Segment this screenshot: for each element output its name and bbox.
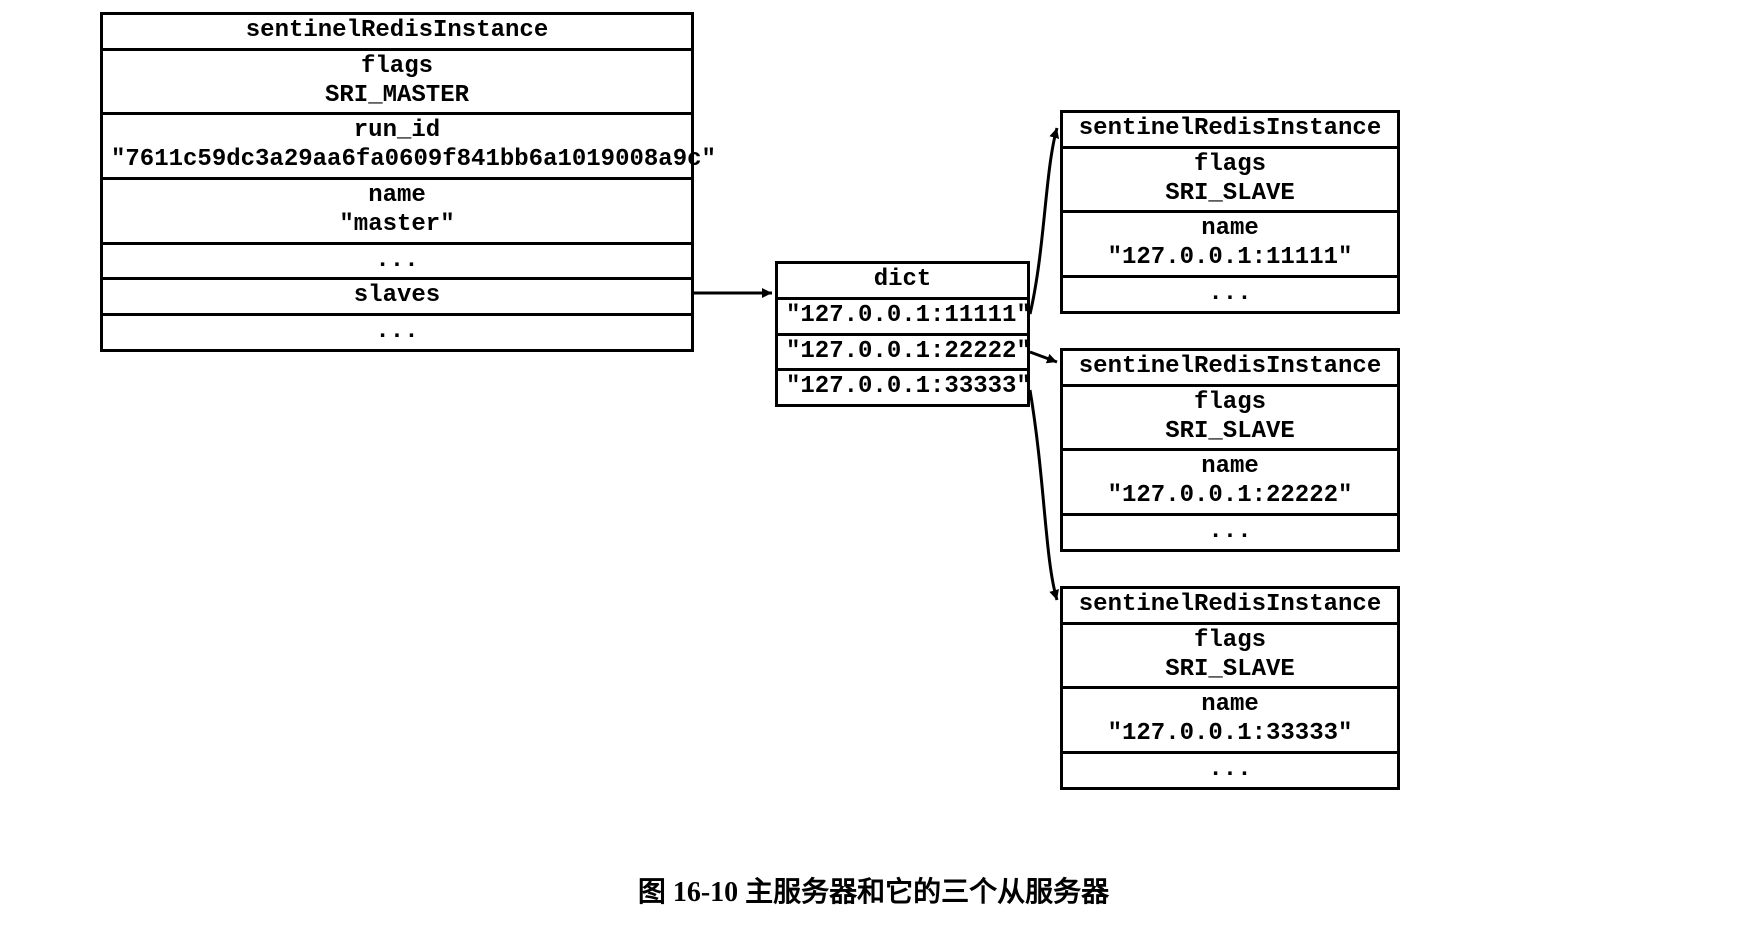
slave1-dots: ... [1063,278,1397,311]
slave2-instance-box: sentinelRedisInstance flags SRI_SLAVE na… [1060,348,1400,552]
arrow-dict-to-slave1 [1030,128,1057,314]
slave3-flags-row: flags SRI_SLAVE [1063,625,1397,690]
dots-text: ... [1208,280,1251,307]
dict-box: dict "127.0.0.1:11111" "127.0.0.1:22222"… [775,261,1030,407]
master-runid-row: run_id "7611c59dc3a29aa6fa0609f841bb6a10… [103,115,691,180]
dots-text: ... [375,247,418,274]
master-title-text: sentinelRedisInstance [246,17,548,44]
master-flags-label: flags [111,53,683,82]
slave1-title: sentinelRedisInstance [1063,113,1397,149]
master-slaves-label: slaves [354,282,440,309]
slave1-name-value: "127.0.0.1:11111" [1071,244,1389,273]
dict-k2: "127.0.0.1:22222" [778,336,1027,372]
master-runid-value: "7611c59dc3a29aa6fa0609f841bb6a1019008a9… [111,146,683,175]
dots-text: ... [1208,756,1251,783]
slave3-dots: ... [1063,754,1397,787]
dict-k3: "127.0.0.1:33333" [778,371,1027,404]
slave1-flags-row: flags SRI_SLAVE [1063,149,1397,214]
slave1-title-text: sentinelRedisInstance [1079,115,1381,142]
slave2-dots: ... [1063,516,1397,549]
master-name-label: name [111,182,683,211]
master-slaves-row: slaves [103,280,691,316]
slave1-instance-box: sentinelRedisInstance flags SRI_SLAVE na… [1060,110,1400,314]
slave2-flags-value: SRI_SLAVE [1071,418,1389,447]
slave1-flags-value: SRI_SLAVE [1071,180,1389,209]
dict-title: dict [778,264,1027,300]
slave1-flags-label: flags [1071,151,1389,180]
slave2-name-value: "127.0.0.1:22222" [1071,482,1389,511]
master-runid-label: run_id [111,117,683,146]
slave3-instance-box: sentinelRedisInstance flags SRI_SLAVE na… [1060,586,1400,790]
arrow-dict-to-slave2 [1030,352,1057,362]
master-flags-value: SRI_MASTER [111,82,683,111]
master-name-value: "master" [111,211,683,240]
dict-k2-text: "127.0.0.1:22222" [786,338,1031,365]
master-title: sentinelRedisInstance [103,15,691,51]
dots-text: ... [1208,518,1251,545]
master-instance-box: sentinelRedisInstance flags SRI_MASTER r… [100,12,694,352]
slave3-name-value: "127.0.0.1:33333" [1071,720,1389,749]
slave3-name-row: name "127.0.0.1:33333" [1063,689,1397,754]
dots-text: ... [375,318,418,345]
master-flags-row: flags SRI_MASTER [103,51,691,116]
slave2-name-row: name "127.0.0.1:22222" [1063,451,1397,516]
slave3-name-label: name [1071,691,1389,720]
dict-k3-text: "127.0.0.1:33333" [786,373,1031,400]
slave2-flags-label: flags [1071,389,1389,418]
slave1-name-label: name [1071,215,1389,244]
dict-title-text: dict [874,266,932,293]
master-dots1: ... [103,245,691,281]
master-name-row: name "master" [103,180,691,245]
dict-k1-text: "127.0.0.1:11111" [786,302,1031,329]
slave2-name-label: name [1071,453,1389,482]
slave3-flags-value: SRI_SLAVE [1071,656,1389,685]
slave3-title: sentinelRedisInstance [1063,589,1397,625]
slave3-title-text: sentinelRedisInstance [1079,591,1381,618]
caption-text: 图 16-10 主服务器和它的三个从服务器 [638,877,1109,908]
slave3-flags-label: flags [1071,627,1389,656]
slave2-title: sentinelRedisInstance [1063,351,1397,387]
master-dots2: ... [103,316,691,349]
dict-k1: "127.0.0.1:11111" [778,300,1027,336]
figure-caption: 图 16-10 主服务器和它的三个从服务器 [0,870,1747,910]
slave2-title-text: sentinelRedisInstance [1079,353,1381,380]
diagram-canvas: sentinelRedisInstance flags SRI_MASTER r… [0,0,1747,929]
slave1-name-row: name "127.0.0.1:11111" [1063,213,1397,278]
slave2-flags-row: flags SRI_SLAVE [1063,387,1397,452]
arrow-dict-to-slave3 [1030,390,1057,600]
